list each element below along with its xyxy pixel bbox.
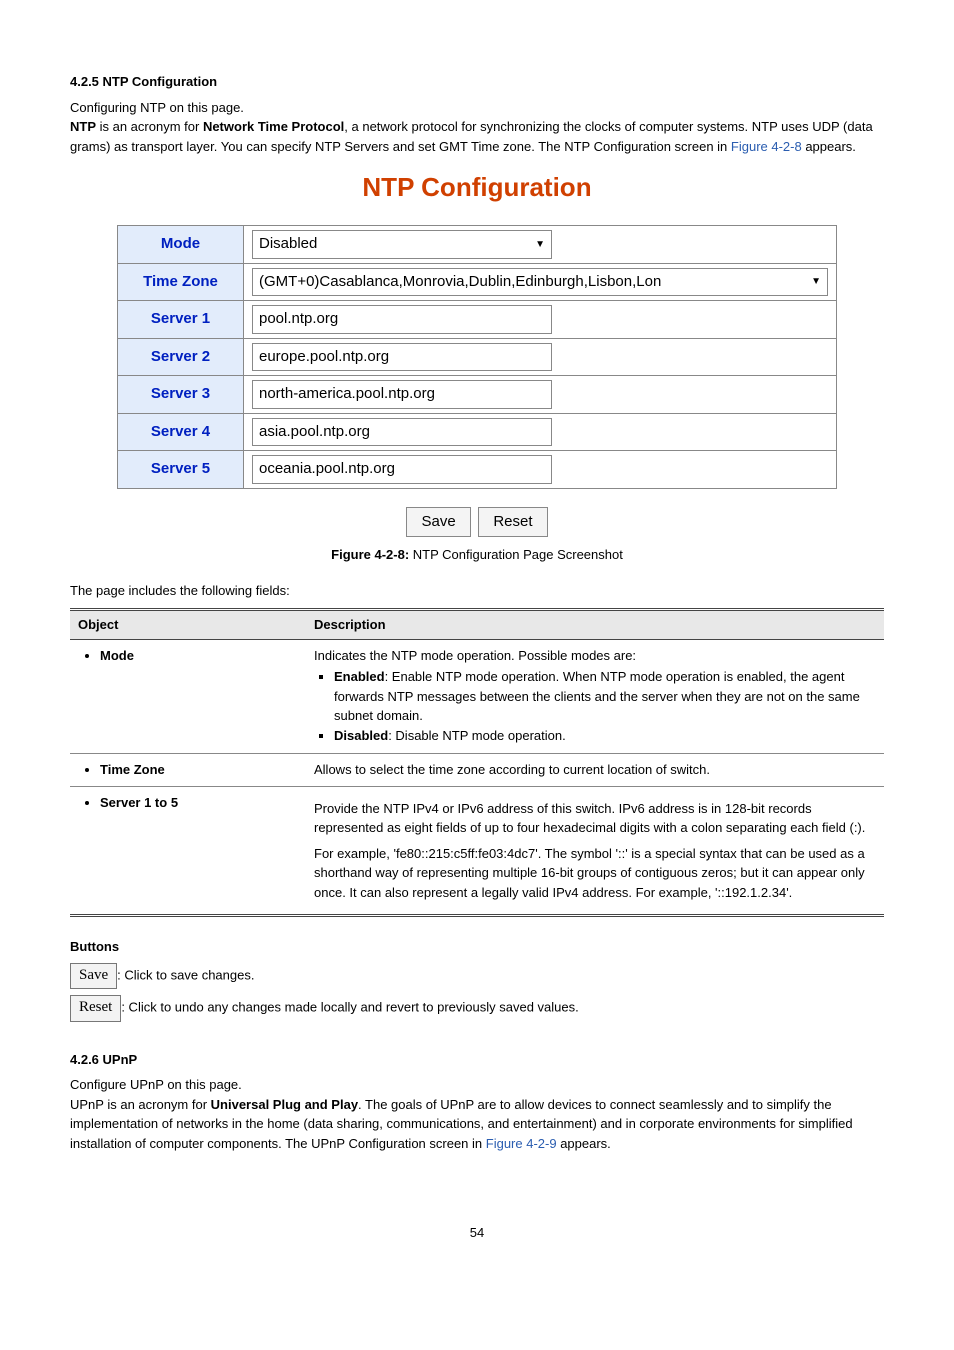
label-server5: Server 5 [118, 451, 244, 489]
server2-input[interactable]: europe.pool.ntp.org [252, 343, 552, 372]
label-server2: Server 2 [118, 338, 244, 376]
list-item: Disabled: Disable NTP mode operation. [334, 726, 876, 746]
text: appears. [802, 139, 856, 154]
text: is an acronym for [96, 119, 203, 134]
label-mode: Mode [118, 226, 244, 264]
label-timezone: Time Zone [118, 263, 244, 301]
figure-caption-text: NTP Configuration Page Screenshot [409, 547, 623, 562]
label-server4: Server 4 [118, 413, 244, 451]
field-desc-servers-p2: For example, 'fe80::215:c5ff:fe03:4dc7'.… [314, 844, 876, 903]
fields-table: Object Description Mode Indicates the NT… [70, 608, 884, 917]
chevron-down-icon: ▼ [811, 274, 821, 289]
figure-ref-link[interactable]: Figure 4-2-8 [731, 139, 802, 154]
reset-button[interactable]: Reset [478, 507, 547, 538]
inline-reset-button[interactable]: Reset [70, 995, 121, 1022]
ntp-form-table: Mode Disabled ▼ Time Zone (GMT+0)Casabla… [117, 225, 837, 489]
field-desc-servers-p1: Provide the NTP IPv4 or IPv6 address of … [314, 799, 876, 838]
server3-input[interactable]: north-america.pool.ntp.org [252, 380, 552, 409]
page-number: 54 [70, 1223, 884, 1243]
figure-title: NTP Configuration [70, 168, 884, 207]
col-head-description: Description [306, 610, 884, 640]
inline-save-button[interactable]: Save [70, 963, 117, 990]
reset-desc: : Click to undo any changes made locally… [121, 1000, 578, 1015]
label-server1: Server 1 [118, 301, 244, 339]
field-desc-timezone: Allows to select the time zone according… [306, 754, 884, 787]
ntp-intro-line: Configuring NTP on this page. [70, 98, 884, 118]
timezone-select[interactable]: (GMT+0)Casablanca,Monrovia,Dublin,Edinbu… [252, 268, 828, 297]
upnp-intro-line: Configure UPnP on this page. [70, 1075, 884, 1095]
mode-value: Disabled [259, 233, 317, 256]
server1-input[interactable]: pool.ntp.org [252, 305, 552, 334]
save-desc: : Click to save changes. [117, 967, 254, 982]
field-obj-timezone: Time Zone [100, 762, 165, 777]
ntp-fullname: Network Time Protocol [203, 119, 344, 134]
server5-input[interactable]: oceania.pool.ntp.org [252, 455, 552, 484]
ntp-acronym: NTP [70, 119, 96, 134]
figure-caption: Figure 4-2-8: NTP Configuration Page Scr… [70, 545, 884, 565]
figure-number: Figure 4-2-8: [331, 547, 409, 562]
chevron-down-icon: ▼ [535, 237, 545, 252]
mode-select[interactable]: Disabled ▼ [252, 230, 552, 259]
upnp-intro-para: UPnP is an acronym for Universal Plug an… [70, 1095, 884, 1154]
save-button[interactable]: Save [406, 507, 470, 538]
server4-input[interactable]: asia.pool.ntp.org [252, 418, 552, 447]
text: : Enable NTP mode operation. When NTP mo… [334, 669, 860, 723]
opt-enabled: Enabled [334, 669, 385, 684]
field-desc-mode-intro: Indicates the NTP mode operation. Possib… [314, 648, 636, 663]
figure-ref-link[interactable]: Figure 4-2-9 [486, 1136, 557, 1151]
ntp-figure: NTP Configuration Mode Disabled ▼ Time Z… [70, 168, 884, 537]
upnp-fullname: Universal Plug and Play [211, 1097, 358, 1112]
list-item: Enabled: Enable NTP mode operation. When… [334, 667, 876, 726]
col-head-object: Object [70, 610, 306, 640]
timezone-value: (GMT+0)Casablanca,Monrovia,Dublin,Edinbu… [259, 271, 661, 294]
section-heading-ntp: 4.2.5 NTP Configuration [70, 72, 884, 92]
section-heading-upnp: 4.2.6 UPnP [70, 1050, 884, 1070]
buttons-heading: Buttons [70, 937, 884, 957]
text: : Disable NTP mode operation. [388, 728, 566, 743]
ntp-intro-para: NTP is an acronym for Network Time Proto… [70, 117, 884, 156]
text: UPnP is an acronym for [70, 1097, 211, 1112]
opt-disabled: Disabled [334, 728, 388, 743]
label-server3: Server 3 [118, 376, 244, 414]
text: appears. [557, 1136, 611, 1151]
field-obj-servers: Server 1 to 5 [100, 795, 178, 810]
fields-intro: The page includes the following fields: [70, 581, 884, 601]
field-obj-mode: Mode [100, 648, 134, 663]
